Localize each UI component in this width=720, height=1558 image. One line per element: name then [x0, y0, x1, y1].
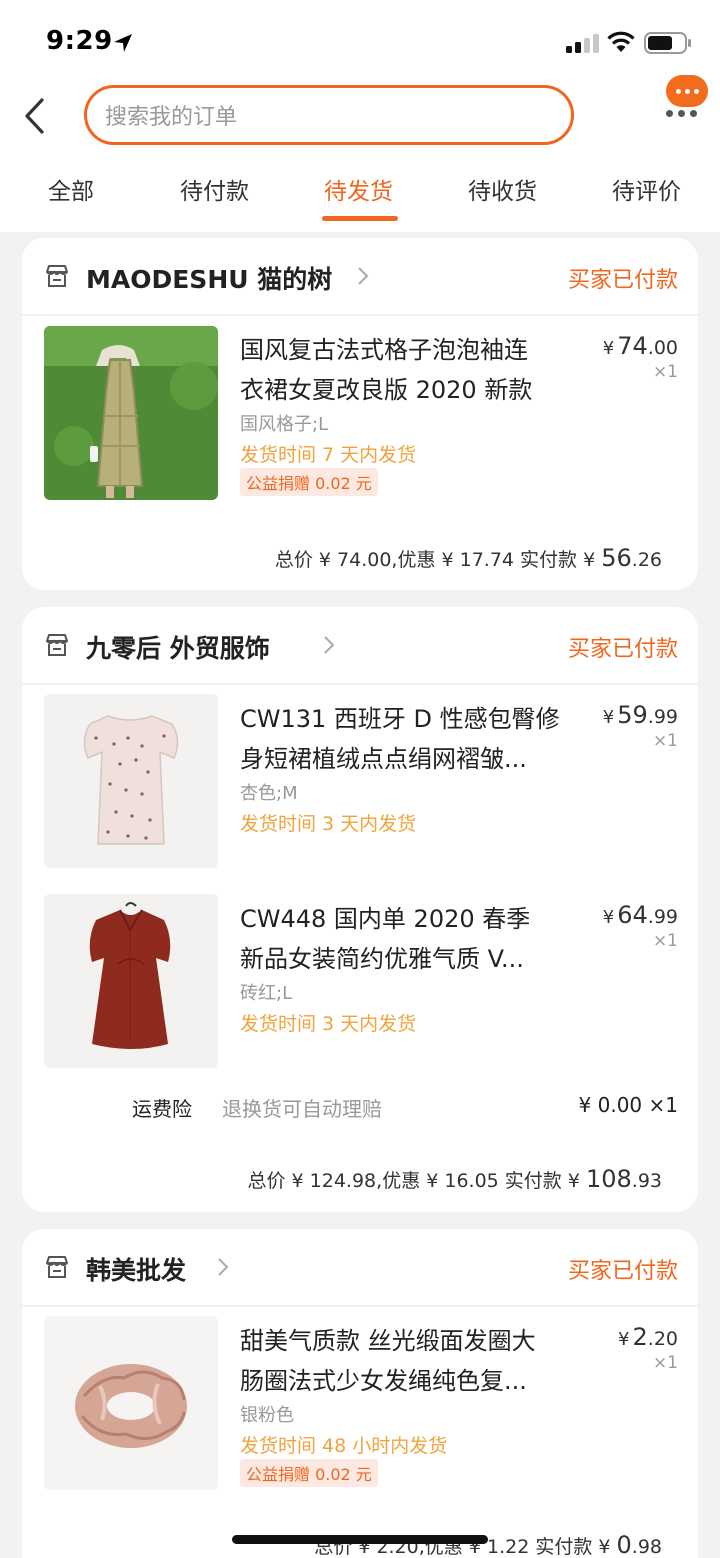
product-image[interactable]: [44, 694, 218, 868]
back-icon[interactable]: [18, 94, 54, 138]
total-int: 108: [585, 1165, 632, 1193]
divider: [22, 683, 698, 685]
insurance-price: ¥ 0.00 ×1: [578, 1093, 678, 1117]
insurance-label: 运费险: [132, 1097, 192, 1121]
order-total: 总价 ¥ 124.98,优惠 ¥ 16.05 实付款 ¥ 108.93: [248, 1165, 663, 1193]
active-tab-indicator: [322, 216, 398, 221]
message-icon[interactable]: [666, 75, 708, 107]
price-int: 59: [617, 701, 648, 729]
tab-pending-shipment[interactable]: 待发货: [324, 172, 393, 206]
chevron-right-icon[interactable]: [322, 634, 336, 656]
price-int: 64: [617, 901, 648, 929]
shop-name[interactable]: MAODESHU 猫的树: [86, 260, 332, 296]
charity-badge: 公益捐赠 0.02 元: [240, 468, 378, 496]
product-title[interactable]: 肠圈法式少女发绳纯色复...: [240, 1361, 527, 1396]
product-image[interactable]: [44, 894, 218, 1068]
order-status: 买家已付款: [567, 1259, 678, 1284]
divider: [22, 314, 698, 316]
order-status: 买家已付款: [567, 637, 678, 662]
order-card[interactable]: 九零后 外贸服饰 买家已付款 CW131 西班牙 D 性感包臀修 身短裙植绒点点…: [22, 607, 698, 1212]
ship-time: 发货时间 3 天内发货: [240, 1013, 417, 1035]
product-title[interactable]: CW131 西班牙 D 性感包臀修: [240, 699, 560, 734]
order-list-screen: 9:29 搜索我的订单 全部 待付款 待发货 待收货 待评价 MAODESHU …: [0, 0, 720, 1558]
total-int: 56: [601, 544, 632, 572]
product-title[interactable]: 新品女装简约优雅气质 V...: [240, 939, 524, 974]
total-dec: .98: [631, 1536, 662, 1558]
product-title[interactable]: 身短裙植绒点点绢网褶皱...: [240, 739, 527, 774]
product-image[interactable]: [44, 1316, 218, 1490]
price-dec: .00: [647, 337, 678, 359]
item-qty: ×1: [652, 1353, 678, 1373]
total-int: 0: [616, 1531, 632, 1558]
home-indicator[interactable]: [232, 1535, 488, 1544]
status-time: 9:29: [46, 26, 113, 56]
currency-symbol: ¥: [602, 338, 615, 359]
price-int: 2: [632, 1323, 648, 1351]
total-dec: .93: [631, 1170, 662, 1192]
product-image[interactable]: [44, 326, 218, 500]
order-total: 总价 ¥ 74.00,优惠 ¥ 17.74 实付款 ¥ 56.26: [275, 544, 662, 572]
item-price: ¥64.99: [603, 901, 678, 929]
item-price: ¥59.99: [603, 701, 678, 729]
wifi-icon: [607, 31, 635, 52]
product-title[interactable]: 国风复古法式格子泡泡袖连: [240, 330, 528, 365]
price-dec: .20: [647, 1328, 678, 1350]
search-input[interactable]: 搜索我的订单: [84, 85, 574, 145]
product-title[interactable]: CW448 国内单 2020 春季: [240, 899, 530, 934]
tab-pending-payment[interactable]: 待付款: [180, 172, 249, 206]
chevron-right-icon[interactable]: [216, 1256, 230, 1278]
total-prefix: 总价 ¥ 74.00,优惠 ¥ 17.74 实付款 ¥: [274, 549, 602, 571]
more-icon[interactable]: [666, 110, 700, 122]
currency-symbol: ¥: [618, 1329, 630, 1350]
shop-icon: [46, 265, 68, 287]
item-price: ¥2.20: [618, 1323, 678, 1351]
product-sku: 国风格子;L: [240, 414, 329, 435]
shop-icon: [46, 1256, 68, 1278]
ship-time: 发货时间 48 小时内发货: [240, 1435, 448, 1457]
price-int: 74: [617, 332, 648, 360]
signal-icon: [566, 34, 599, 53]
product-sku: 砖红;L: [240, 983, 293, 1004]
location-arrow-icon: [114, 34, 132, 52]
item-qty: ×1: [652, 362, 678, 382]
shop-icon: [46, 634, 68, 656]
tab-pending-review[interactable]: 待评价: [612, 172, 681, 206]
ship-time: 发货时间 3 天内发货: [240, 813, 417, 835]
item-price: ¥74.00: [603, 332, 678, 360]
shop-name[interactable]: 九零后 外贸服饰: [86, 629, 270, 665]
product-title[interactable]: 甜美气质款 丝光缎面发圈大: [240, 1321, 536, 1356]
order-status: 买家已付款: [567, 268, 678, 293]
total-prefix: 总价 ¥ 124.98,优惠 ¥ 16.05 实付款 ¥: [247, 1170, 586, 1192]
product-sku: 杏色;M: [240, 783, 298, 804]
product-sku: 银粉色: [240, 1405, 294, 1426]
order-card[interactable]: MAODESHU 猫的树 买家已付款 国风复古法式格子泡泡袖连 衣裙女夏改良版 …: [22, 238, 698, 590]
divider: [22, 1305, 698, 1307]
charity-badge: 公益捐赠 0.02 元: [240, 1459, 378, 1487]
search-placeholder: 搜索我的订单: [105, 105, 238, 130]
currency-symbol: ¥: [602, 907, 615, 928]
battery-icon: [644, 32, 691, 54]
header: 9:29 搜索我的订单 全部 待付款 待发货 待收货 待评价: [0, 0, 720, 232]
chevron-right-icon[interactable]: [356, 265, 370, 287]
order-card[interactable]: 韩美批发 买家已付款 甜美气质款 丝光缎面发圈大 肠圈法式少女发绳纯色复... …: [22, 1229, 698, 1558]
tab-all[interactable]: 全部: [48, 172, 94, 206]
ship-time: 发货时间 7 天内发货: [240, 444, 417, 466]
item-qty: ×1: [652, 731, 678, 751]
shop-name[interactable]: 韩美批发: [86, 1251, 186, 1287]
tab-pending-receipt[interactable]: 待收货: [468, 172, 537, 206]
total-dec: .26: [631, 549, 662, 571]
price-dec: .99: [647, 706, 678, 728]
insurance-desc: 退换货可自动理赔: [222, 1097, 382, 1121]
item-qty: ×1: [652, 931, 678, 951]
currency-symbol: ¥: [602, 707, 615, 728]
price-dec: .99: [647, 906, 678, 928]
product-title[interactable]: 衣裙女夏改良版 2020 新款: [240, 370, 532, 405]
